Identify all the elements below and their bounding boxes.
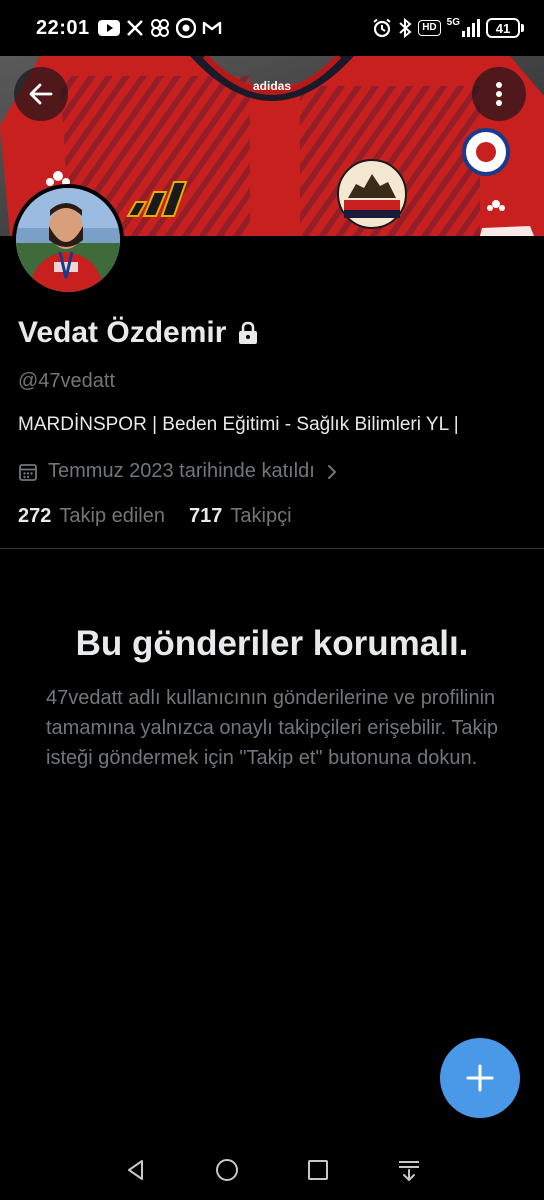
join-date: Temmuz 2023 tarihinde katıldı xyxy=(48,460,315,482)
following-label: Takip edilen xyxy=(59,505,165,527)
hd-badge: HD xyxy=(418,20,441,36)
bluetooth-icon xyxy=(398,18,412,38)
pinwheel-icon xyxy=(150,18,170,38)
followers-link[interactable]: 717 Takipçi xyxy=(189,505,292,528)
nav-notifications-button[interactable] xyxy=(389,1150,429,1190)
x-icon xyxy=(126,18,144,38)
status-bar: 22:01 HD 5G 41 xyxy=(0,0,544,56)
more-vertical-icon xyxy=(496,82,502,106)
system-status-icons: HD 5G 41 xyxy=(372,18,524,38)
compose-button[interactable] xyxy=(440,1038,520,1118)
calendar-icon xyxy=(19,463,37,481)
jersey-brand-text: adidas xyxy=(253,79,291,93)
network-type-label: 5G xyxy=(446,17,460,28)
followers-count: 717 xyxy=(189,505,223,527)
chevron-right-icon xyxy=(327,464,336,479)
gmail-icon xyxy=(202,18,222,38)
status-time: 22:01 xyxy=(36,16,90,39)
alarm-icon xyxy=(372,18,392,38)
avatar[interactable] xyxy=(12,184,124,296)
sleeve-badge-icon xyxy=(462,128,510,176)
nav-recents-button[interactable] xyxy=(298,1150,338,1190)
arrow-left-icon xyxy=(29,83,53,105)
lock-icon xyxy=(239,321,258,344)
join-date-row[interactable]: Temmuz 2023 tarihinde katıldı xyxy=(18,460,339,483)
bio: MARDİNSPOR | Beden Eğitimi - Sağlık Bili… xyxy=(18,414,459,435)
5g-signal-icon: 5G xyxy=(447,18,480,38)
nav-back-button[interactable] xyxy=(116,1150,156,1190)
circle-home-icon xyxy=(215,1159,238,1181)
youtube-icon xyxy=(97,18,120,38)
protected-description: 47vedatt adlı kullanıcının gönderilerine… xyxy=(46,687,499,769)
divider xyxy=(0,548,544,549)
battery-level: 41 xyxy=(486,18,520,38)
system-nav-bar xyxy=(0,1140,544,1200)
follow-stats: 272 Takip edilen 717 Takipçi xyxy=(18,505,292,528)
display-name-row: Vedat Özdemir xyxy=(18,316,258,350)
protected-title: Bu gönderiler korumalı. xyxy=(75,624,469,663)
battery-icon: 41 xyxy=(486,18,524,38)
more-options-button[interactable] xyxy=(472,67,526,121)
square-recents-icon xyxy=(307,1160,328,1180)
club-crest-icon xyxy=(337,159,407,229)
plus-icon xyxy=(466,1064,494,1092)
nav-home-button[interactable] xyxy=(207,1150,247,1190)
chrome-icon xyxy=(175,18,196,38)
display-name: Vedat Özdemir xyxy=(18,316,227,349)
pull-down-icon xyxy=(398,1161,419,1181)
handle: @47vedatt xyxy=(18,370,116,392)
followers-label: Takipçi xyxy=(230,505,292,527)
following-link[interactable]: 272 Takip edilen xyxy=(18,505,165,528)
avatar-photo xyxy=(16,188,120,292)
triangle-back-icon xyxy=(127,1160,143,1180)
notification-icons xyxy=(97,18,222,38)
following-count: 272 xyxy=(18,505,52,527)
back-button[interactable] xyxy=(14,67,68,121)
